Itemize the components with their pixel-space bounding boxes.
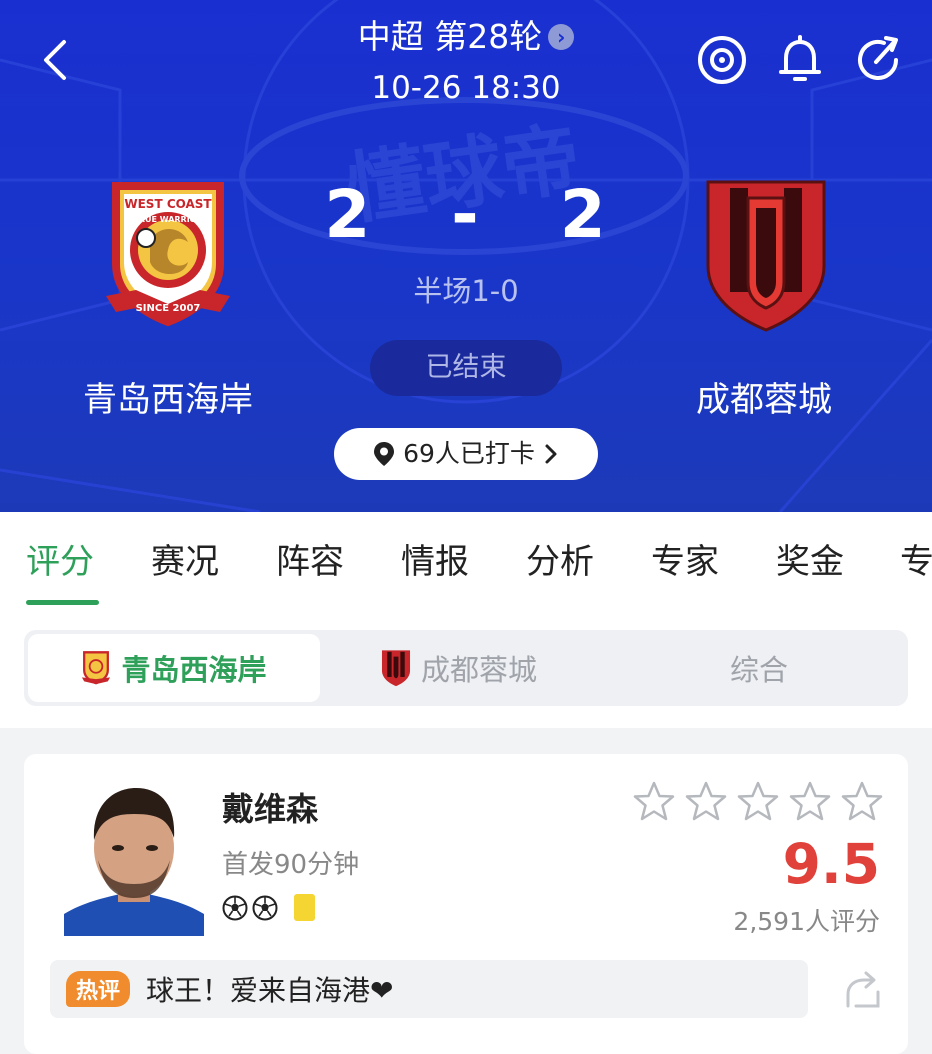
player-name[interactable]: 戴维森 bbox=[222, 784, 318, 830]
hot-comment-text: 球王！爱来自海港❤ bbox=[146, 974, 394, 1007]
chevron-right-icon: › bbox=[548, 24, 575, 50]
target-icon[interactable] bbox=[696, 34, 748, 86]
share-icon[interactable] bbox=[852, 34, 904, 86]
active-tab-indicator bbox=[26, 600, 99, 605]
tab-intel[interactable]: 情报 bbox=[401, 534, 469, 583]
star-icon[interactable] bbox=[632, 780, 676, 824]
rating-votes-count: 2,591人评分 bbox=[733, 907, 880, 936]
player-avatar bbox=[64, 774, 204, 936]
share-arrow-icon[interactable] bbox=[842, 970, 884, 1010]
location-pin-icon bbox=[374, 442, 395, 466]
scoreboard: 2 - 2 bbox=[0, 176, 932, 253]
switch-home-team[interactable]: 青岛西海岸 bbox=[28, 634, 320, 702]
tab-live[interactable]: 赛况 bbox=[151, 534, 219, 583]
tab-ratings[interactable]: 评分 bbox=[26, 534, 94, 583]
star-icon[interactable] bbox=[788, 780, 832, 824]
goal-ball-icon bbox=[222, 895, 248, 920]
star-icon[interactable] bbox=[684, 780, 728, 824]
hot-comment-badge: 热评 bbox=[66, 971, 131, 1007]
player-rating-score: 9.5 bbox=[782, 832, 880, 896]
chevron-right-icon bbox=[545, 444, 557, 464]
home-team-mini-logo bbox=[82, 651, 111, 685]
home-team-name[interactable]: 青岛西海岸 bbox=[18, 372, 318, 421]
away-team-mini-logo bbox=[381, 650, 411, 687]
switch-away-team[interactable]: 成都蓉城 bbox=[344, 634, 574, 702]
match-header: 懂球帝 中超 第28轮 › 10-26 18:30 WEST COAST TRUE… bbox=[0, 0, 932, 512]
away-score: 2 bbox=[559, 176, 608, 253]
team-switch: 青岛西海岸 成都蓉城 综合 bbox=[24, 630, 908, 706]
tab-bonus[interactable]: 奖金 bbox=[776, 534, 844, 583]
hot-comment[interactable]: 热评 球王！爱来自海港❤ bbox=[50, 960, 808, 1018]
tab-bar: 评分 赛况 阵容 情报 分析 专家 奖金 专 bbox=[0, 512, 932, 606]
switch-overall-label: 综合 bbox=[729, 653, 788, 687]
bell-icon[interactable] bbox=[774, 34, 826, 86]
team-switch-section: 青岛西海岸 成都蓉城 综合 bbox=[0, 606, 932, 728]
rating-stars[interactable] bbox=[632, 780, 884, 824]
tab-experts[interactable]: 专家 bbox=[651, 534, 719, 583]
halftime-score: 半场1-0 bbox=[413, 274, 519, 308]
star-icon[interactable] bbox=[840, 780, 884, 824]
tab-more[interactable]: 专 bbox=[900, 534, 932, 583]
switch-home-label: 青岛西海岸 bbox=[121, 653, 267, 687]
player-rating-card[interactable]: 戴维森 首发90分钟 9.5 2,591人评分 热评 球王！爱来自海港❤ bbox=[24, 754, 908, 1054]
star-icon[interactable] bbox=[736, 780, 780, 824]
switch-away-label: 成都蓉城 bbox=[420, 653, 537, 687]
checkin-label: 69人已打卡 bbox=[403, 439, 535, 468]
switch-overall[interactable]: 综合 bbox=[638, 634, 880, 702]
checkin-button[interactable]: 69人已打卡 bbox=[334, 428, 598, 480]
score-separator: - bbox=[451, 176, 481, 253]
tab-analysis[interactable]: 分析 bbox=[526, 534, 594, 583]
player-minutes: 首发90分钟 bbox=[222, 850, 360, 880]
goal-ball-icon bbox=[252, 895, 278, 920]
match-status-badge: 已结束 bbox=[370, 340, 562, 396]
yellow-card-icon bbox=[294, 894, 315, 921]
home-score: 2 bbox=[324, 176, 373, 253]
player-events bbox=[222, 894, 315, 921]
away-team-name[interactable]: 成都蓉城 bbox=[614, 372, 914, 421]
tab-lineup[interactable]: 阵容 bbox=[276, 534, 344, 583]
round-label: 中超 第28轮 bbox=[357, 17, 543, 56]
